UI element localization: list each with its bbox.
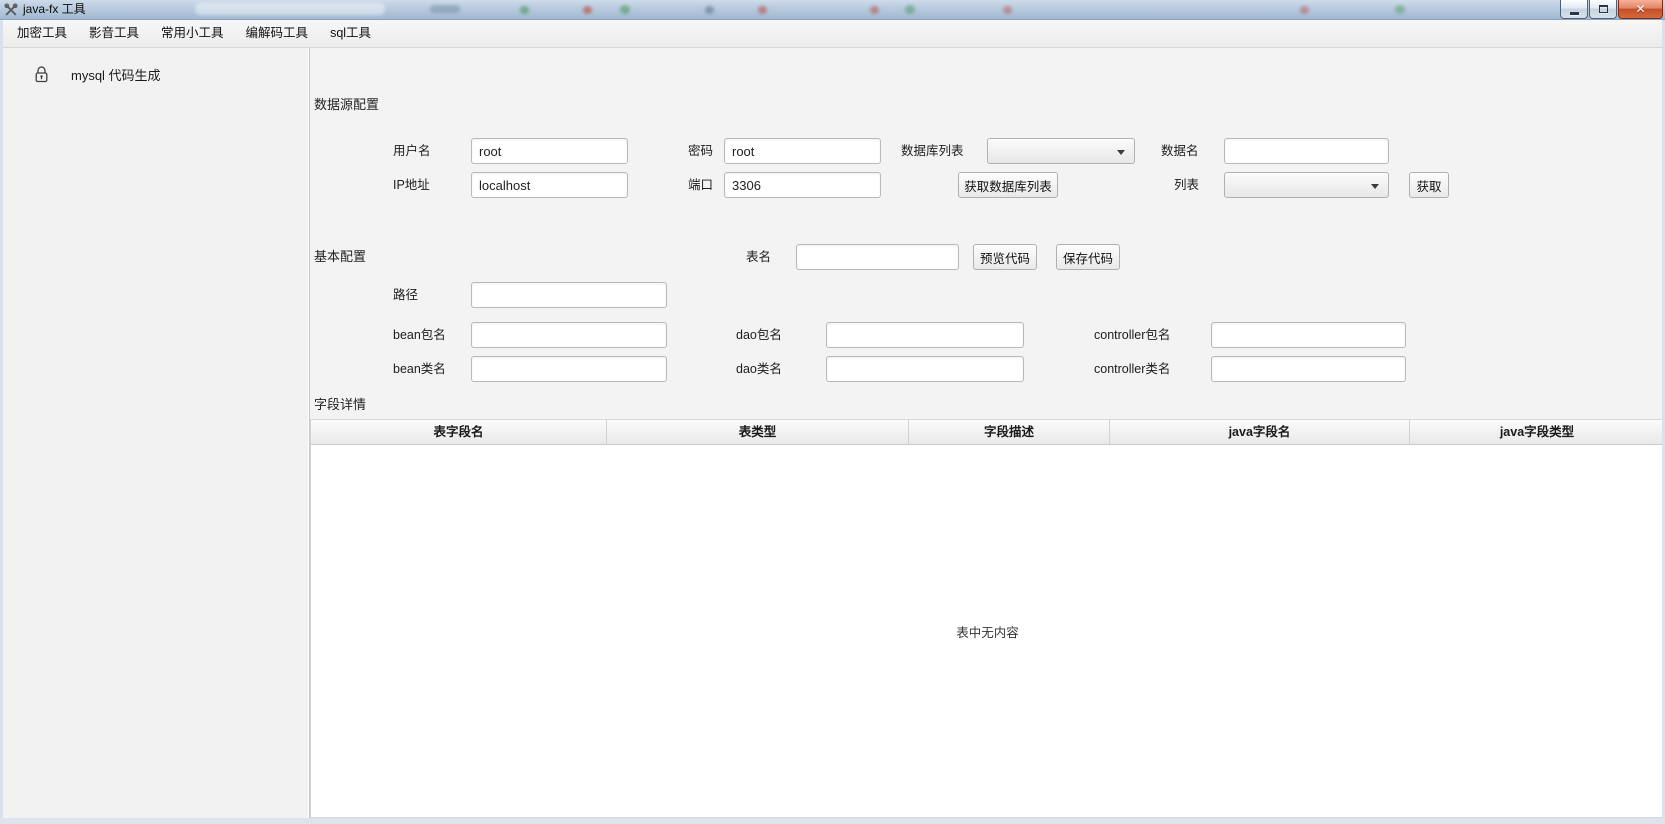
aero-smudge	[195, 3, 385, 15]
fetch-button[interactable]: 获取	[1409, 172, 1449, 198]
aero-smudge	[905, 5, 915, 14]
lock-icon	[34, 66, 49, 83]
window-title: java-fx 工具	[23, 0, 86, 20]
app-tools-icon	[4, 3, 18, 17]
controller-class-input[interactable]	[1211, 356, 1406, 382]
app-window: java-fx 工具 ✕ 加密工具 影音工具 常用小工具 编解码工具 sql工具…	[0, 0, 1665, 824]
window-frame-bottom	[0, 818, 1665, 824]
menu-sql-tools[interactable]: sql工具	[319, 20, 382, 47]
table-empty-placeholder: 表中无内容	[956, 622, 1019, 641]
database-list-combobox[interactable]	[987, 138, 1135, 164]
chevron-down-icon	[1371, 184, 1379, 189]
aero-smudge	[430, 5, 460, 13]
dao-class-input[interactable]	[826, 356, 1024, 382]
aero-smudge	[520, 6, 529, 14]
port-input[interactable]	[724, 172, 881, 198]
table-name-input[interactable]	[796, 244, 959, 270]
column-header-table-type[interactable]: 表类型	[607, 420, 909, 444]
sidebar-item-label: mysql 代码生成	[71, 65, 161, 84]
close-icon: ✕	[1635, 1, 1645, 18]
column-header-field-description[interactable]: 字段描述	[909, 420, 1110, 444]
column-header-table-field-name[interactable]: 表字段名	[311, 420, 607, 444]
window-frame-left	[0, 20, 3, 824]
menu-bar: 加密工具 影音工具 常用小工具 编解码工具 sql工具	[0, 20, 1665, 48]
password-label: 密码	[688, 138, 713, 164]
menu-common-tools[interactable]: 常用小工具	[150, 20, 235, 47]
controller-package-input[interactable]	[1211, 322, 1406, 348]
port-label: 端口	[688, 172, 713, 198]
dao-package-label: dao包名	[736, 322, 782, 348]
database-name-input[interactable]	[1224, 138, 1389, 164]
aero-smudge	[1395, 5, 1405, 14]
close-button[interactable]: ✕	[1618, 0, 1663, 19]
bean-package-label: bean包名	[393, 322, 446, 348]
app-body: mysql 代码生成 数据源配置 用户名 密码 数据库列表 数据名 IP地址 端…	[0, 48, 1665, 824]
maximize-button[interactable]	[1589, 0, 1617, 19]
aero-smudge	[870, 6, 879, 14]
table-list-combobox[interactable]	[1224, 172, 1389, 198]
username-input[interactable]	[471, 138, 628, 164]
sidebar-item-mysql-codegen[interactable]: mysql 代码生成	[0, 56, 309, 92]
fields-table: 表字段名 表类型 字段描述 java字段名 java字段类型 表中无内容	[310, 419, 1665, 818]
bean-package-input[interactable]	[471, 322, 667, 348]
window-controls: ✕	[1559, 0, 1663, 19]
fetch-database-list-button[interactable]: 获取数据库列表	[958, 172, 1058, 198]
minimize-icon	[1570, 12, 1579, 15]
column-header-java-field-name[interactable]: java字段名	[1110, 420, 1410, 444]
table-list-label: 列表	[1174, 172, 1199, 198]
aero-smudge	[705, 6, 714, 14]
database-list-label: 数据库列表	[901, 138, 964, 164]
aero-smudge	[620, 5, 630, 14]
section-title-fields-detail: 字段详情	[314, 395, 366, 415]
save-code-button[interactable]: 保存代码	[1056, 244, 1120, 270]
bean-class-label: bean类名	[393, 356, 446, 382]
controller-class-label: controller类名	[1094, 356, 1170, 382]
path-input[interactable]	[471, 282, 667, 308]
sidebar: mysql 代码生成	[0, 48, 310, 824]
fields-table-body: 表中无内容	[311, 445, 1664, 817]
minimize-button[interactable]	[1560, 0, 1588, 19]
table-name-label: 表名	[746, 244, 771, 270]
username-label: 用户名	[393, 138, 431, 164]
aero-smudge	[583, 6, 592, 14]
title-bar: java-fx 工具 ✕	[0, 0, 1665, 20]
database-name-label: 数据名	[1161, 138, 1199, 164]
bean-class-input[interactable]	[471, 356, 667, 382]
section-title-basic: 基本配置	[314, 247, 366, 267]
aero-smudge	[1003, 6, 1012, 14]
controller-package-label: controller包名	[1094, 322, 1170, 348]
dao-package-input[interactable]	[826, 322, 1024, 348]
maximize-icon	[1599, 5, 1608, 13]
section-title-datasource: 数据源配置	[314, 95, 379, 115]
path-label: 路径	[393, 282, 418, 308]
chevron-down-icon	[1117, 150, 1125, 155]
password-input[interactable]	[724, 138, 881, 164]
ip-input[interactable]	[471, 172, 628, 198]
fields-table-header: 表字段名 表类型 字段描述 java字段名 java字段类型	[311, 420, 1664, 445]
main-panel: 数据源配置 用户名 密码 数据库列表 数据名 IP地址 端口 获取数据库列表 列…	[310, 48, 1665, 824]
column-header-java-field-type[interactable]: java字段类型	[1410, 420, 1664, 444]
dao-class-label: dao类名	[736, 356, 782, 382]
preview-code-button[interactable]: 预览代码	[973, 244, 1037, 270]
aero-smudge	[1300, 6, 1309, 14]
menu-media-tools[interactable]: 影音工具	[78, 20, 150, 47]
menu-codec-tools[interactable]: 编解码工具	[235, 20, 320, 47]
aero-smudge	[758, 6, 767, 14]
ip-label: IP地址	[393, 172, 430, 198]
menu-encrypt-tools[interactable]: 加密工具	[6, 20, 78, 47]
